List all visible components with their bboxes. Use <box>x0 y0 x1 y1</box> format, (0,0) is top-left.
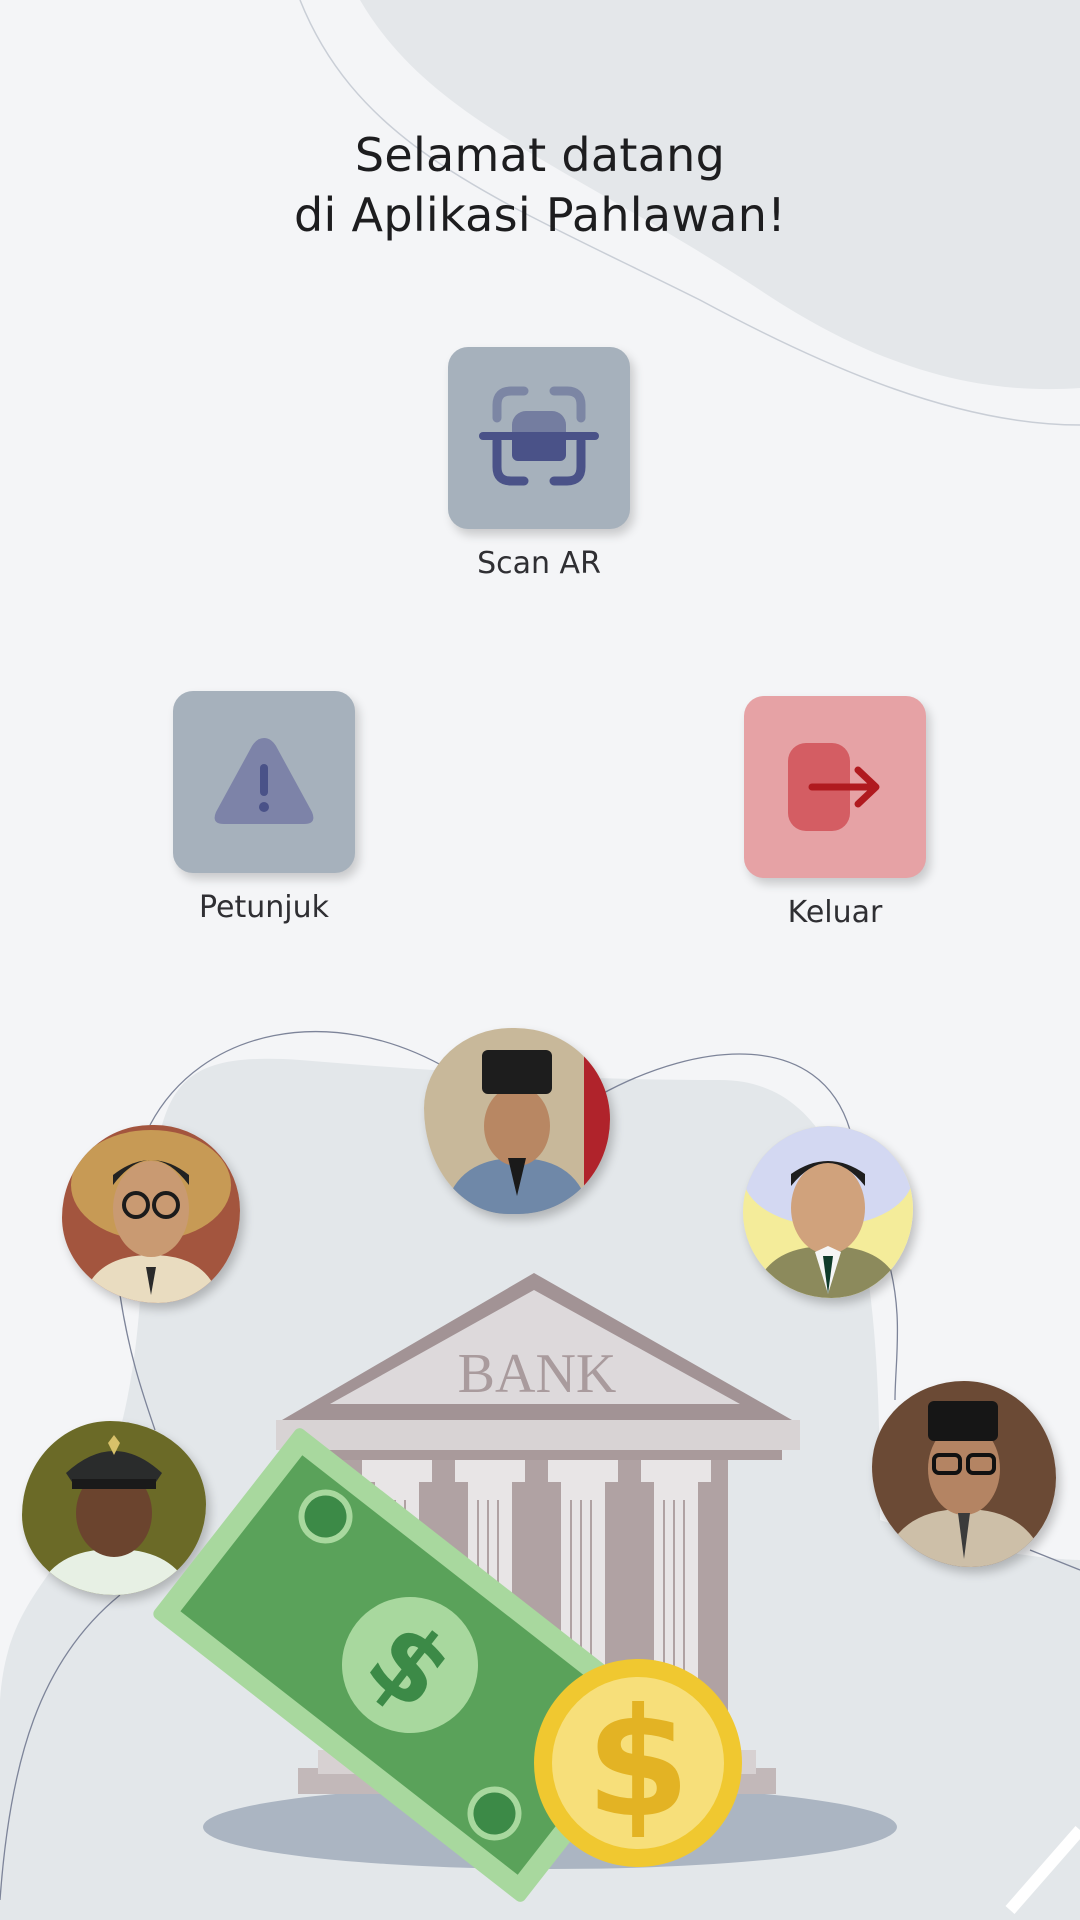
warning-icon <box>214 738 314 824</box>
petunjuk-label: Petunjuk <box>199 890 329 925</box>
hero-portrait-left-bottom <box>22 1421 206 1595</box>
background-decoration <box>0 0 1080 1920</box>
logout-icon <box>788 743 880 831</box>
hero-portrait-right-top <box>743 1126 913 1298</box>
scan-ar-button[interactable] <box>448 347 630 529</box>
hero-portrait-left-top <box>62 1125 240 1303</box>
hero-portrait-center <box>424 1028 610 1214</box>
title-line-2: di Aplikasi Pahlawan! <box>294 188 786 242</box>
scan-ar-label: Scan AR <box>477 546 601 581</box>
keluar-button[interactable] <box>744 696 926 878</box>
petunjuk-button[interactable] <box>173 691 355 873</box>
scan-ar-icon <box>479 386 599 486</box>
title-line-1: Selamat datang <box>354 128 726 182</box>
page-title: Selamat datang di Aplikasi Pahlawan! <box>0 125 1080 245</box>
keluar-label: Keluar <box>787 895 883 930</box>
